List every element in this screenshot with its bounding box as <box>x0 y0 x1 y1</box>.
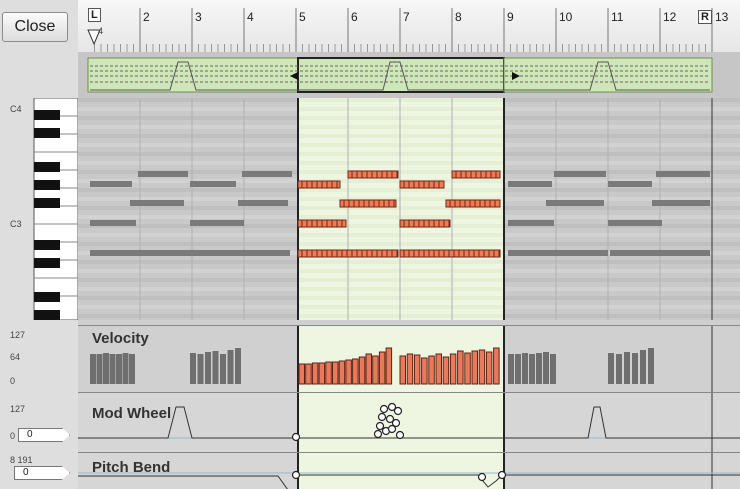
note-6 <box>445 199 501 208</box>
pitch-bend-lane[interactable]: Pitch Bend <box>78 452 740 489</box>
timeline-ruler[interactable]: L 4 2 3 4 5 6 7 8 9 10 11 12 R 13 <box>78 0 740 53</box>
note-10 <box>399 249 501 258</box>
bar-8: 8 <box>455 10 462 24</box>
velocity-mid-label: 64 <box>10 352 21 362</box>
bar-10: 10 <box>559 10 573 24</box>
pitch-value-field[interactable]: 0 <box>14 466 70 480</box>
c3-label: C3 <box>10 219 22 229</box>
clip-overview-strip[interactable] <box>78 52 740 100</box>
velocity-min-label: 0 <box>10 376 16 386</box>
mod-wheel-lane[interactable]: Mod Wheel <box>78 392 740 453</box>
overview-clips <box>87 57 713 93</box>
ruler-ticks <box>87 8 713 52</box>
note-8 <box>399 219 451 228</box>
velocity-title: Velocity <box>92 330 149 347</box>
note-1 <box>297 180 341 189</box>
mod-wheel-curve <box>78 393 740 453</box>
note-grid <box>78 98 740 320</box>
mod-value-field[interactable]: 0 <box>18 428 70 442</box>
bar-2: 2 <box>143 10 150 24</box>
velocity-bars <box>90 326 713 392</box>
note-2 <box>347 170 399 179</box>
pitch-bend-title: Pitch Bend <box>92 459 171 476</box>
bar-5: 5 <box>299 10 306 24</box>
bar-7: 7 <box>403 10 410 24</box>
mod-max-label: 127 <box>10 404 26 414</box>
note-5 <box>339 199 397 208</box>
piano-keyboard[interactable] <box>0 98 78 320</box>
note-9 <box>297 249 399 258</box>
bar-9: 9 <box>507 10 514 24</box>
velocity-max-label: 127 <box>10 330 26 340</box>
ruler-sub-label: 4 <box>98 26 104 36</box>
bar-11: 11 <box>611 10 624 24</box>
mod-wheel-title: Mod Wheel <box>92 405 172 422</box>
pitch-bend-curve <box>78 453 740 489</box>
mod-min-label: 0 <box>10 431 16 441</box>
bar-6: 6 <box>351 10 358 24</box>
right-locator[interactable]: R <box>698 10 712 24</box>
note-3 <box>399 180 445 189</box>
left-locator[interactable]: L <box>88 8 101 22</box>
pitch-max-label: 8 191 <box>10 455 33 465</box>
close-button[interactable]: Close <box>2 12 68 42</box>
c4-label: C4 <box>10 104 22 114</box>
piano-roll-grid[interactable] <box>78 98 740 320</box>
bar-12: 12 <box>663 10 677 24</box>
bar-3: 3 <box>195 10 202 24</box>
velocity-lane[interactable]: Velocity <box>78 325 740 392</box>
bar-4: 4 <box>247 10 254 24</box>
bar-13: 13 <box>715 10 729 24</box>
